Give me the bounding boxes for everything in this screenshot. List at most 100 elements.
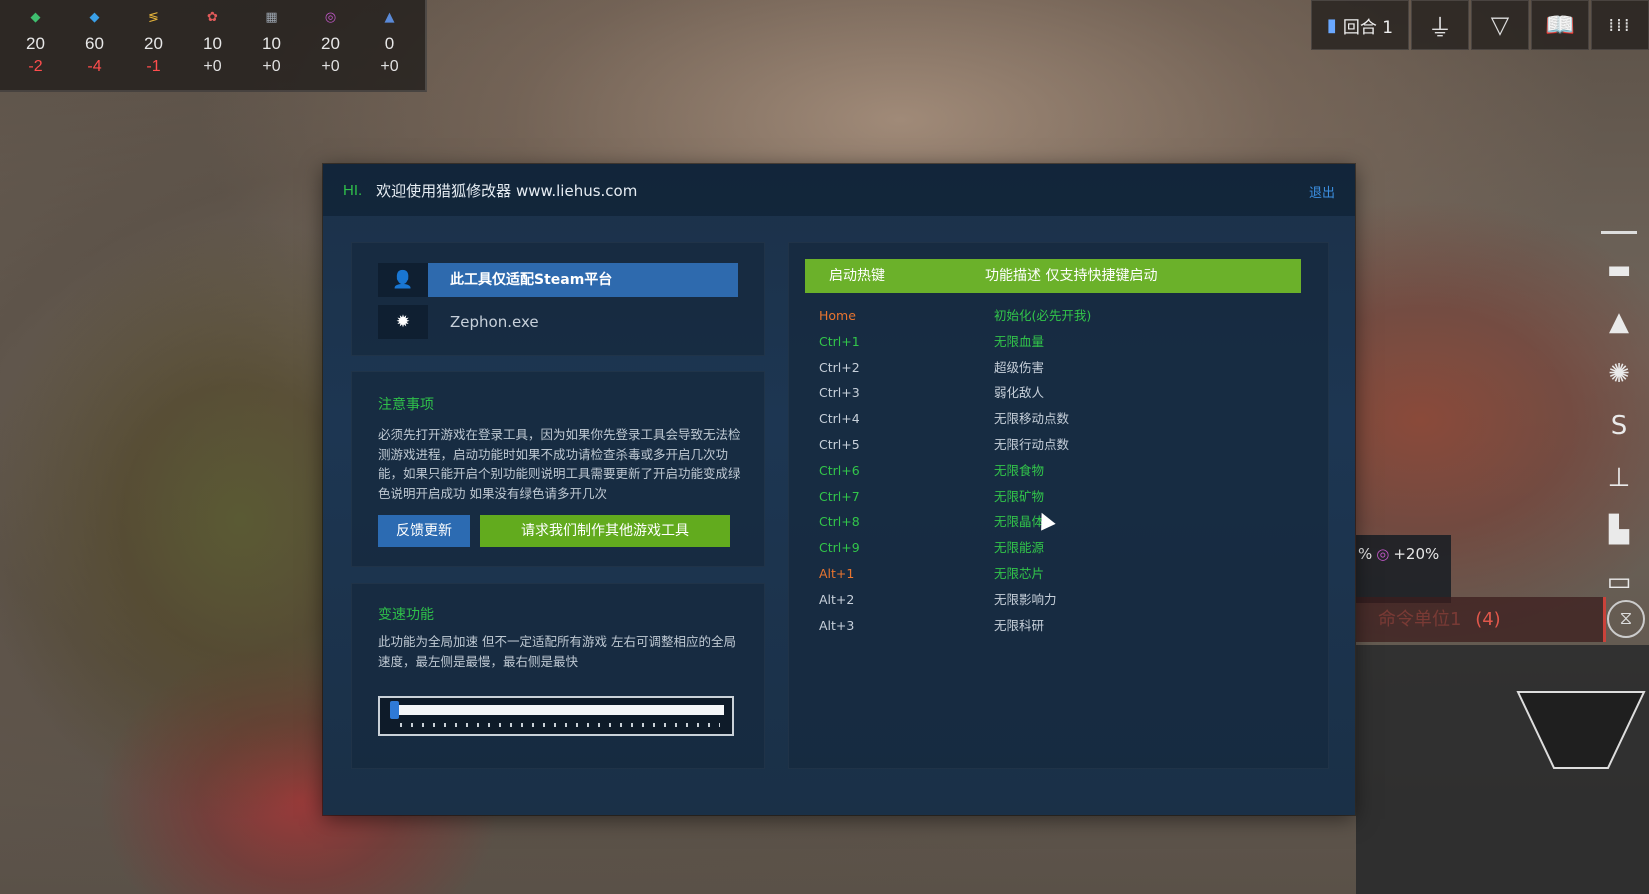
menu-button[interactable]: ⁞⁞⁞ [1591,0,1649,50]
resource-value: 20 [144,34,163,53]
feedback-button[interactable]: 反馈更新 [378,515,470,547]
hotkey-desc: 初始化(必先开我) [994,308,1092,323]
beacon-button[interactable]: ⏚ [1411,0,1469,50]
science-flask-icon: ▲ [384,10,395,25]
hotkey-desc: 无限矿物 [994,488,1045,504]
influence-bonus: +20% [1393,545,1440,563]
gate-icon[interactable]: ▭ [1599,562,1639,602]
speed-body: 此功能为全局加速 但不一定适配所有游戏 左右可调整相应的全局速度，最左侧是最慢，… [378,634,736,669]
turn-indicator[interactable]: ▮ 回合 1 [1311,0,1409,50]
energy-bolt-icon: ≶ [148,10,159,25]
influence-icon: ◎ [324,10,337,25]
faction-button[interactable]: ▽ [1471,0,1529,50]
building-icon[interactable]: ▙ [1599,510,1639,550]
resource-delta: +0 [262,58,281,75]
user-icon: 👤 [378,263,428,297]
notice-title: 注意事项 [378,397,434,413]
resource-bar: ◆ 20 -2 ◆ 60 -4 ≶ 20 -1 ✿ 10 +0 ▦ 10 +0 ◎ 20 +0 ▲ 0 +0 [0,0,427,92]
speed-panel: 变速功能 此功能为全局加速 但不一定适配所有游戏 左右可调整相应的全局速度，最左… [351,583,765,769]
slider-ticks [400,723,720,727]
hotkey-panel: 启动热键 功能描述 仅支持快捷键启动 Home 初始化(必先开我) Ctrl+1 无限… [788,242,1329,769]
resource-item[interactable]: ✿ 10 +0 [183,0,242,90]
resource-value: 10 [203,34,222,53]
notice-body: 必须先打开游戏在登录工具，因为如果你先登录工具会导致无法检测游戏进程，启动功能时… [378,427,741,501]
city-icon[interactable]: ▬ [1599,250,1639,290]
resource-delta: -2 [28,58,43,75]
hotkey-desc: 无限移动点数 [994,411,1070,427]
resource-item[interactable]: ▦ 10 +0 [242,0,301,90]
resource-item[interactable]: ▲ 0 +0 [360,0,419,90]
hotkey-row: Ctrl+4 无限移动点数 [819,406,1279,432]
serpent-icon[interactable]: S [1599,406,1639,446]
hotkey-key: Ctrl+7 [819,488,860,504]
hotkey-desc: 无限食物 [994,462,1045,478]
influence-icon: ◎ [1376,545,1390,563]
hotkey-desc: 超级伤害 [994,359,1045,375]
resource-item[interactable]: ≶ 20 -1 [124,0,183,90]
resource-delta: +0 [380,58,399,75]
hotkey-key: Ctrl+5 [819,436,860,452]
hotkey-row: Ctrl+5 无限行动点数 [819,432,1279,458]
dialog-titlebar: HI. 欢迎使用猎狐修改器 www.liehus.com 退出 [323,164,1355,216]
hotkey-list: Home 初始化(必先开我) Ctrl+1 无限血量 Ctrl+2 超级伤害 Ctrl+3 弱… [819,303,1279,638]
hotkey-row: Ctrl+1 无限血量 [819,329,1279,355]
hotkey-key: Alt+3 [819,617,855,633]
partial-percent: % [1358,545,1373,563]
desc-col-title: 功能描述 仅支持快捷键启动 [985,268,1158,284]
creature-icon[interactable]: ✺ [1599,354,1639,394]
right-toolbar: ▬ ▲ ✺ S ⊥ ▙ ▭ [1589,225,1649,608]
influence-bonus-panel: % ◎ +20% [1356,535,1451,603]
hotkey-key: Ctrl+6 [819,462,860,478]
hotkey-desc: 无限芯片 [994,565,1045,581]
beacon-icon: ⏚ [1428,13,1452,42]
hotkey-desc: 无限能源 [994,540,1045,556]
resource-item[interactable]: ◎ 20 +0 [301,0,360,90]
request-tool-button[interactable]: 请求我们制作其他游戏工具 [480,515,730,547]
hotkey-key: Alt+2 [819,591,855,607]
codex-book-icon: 📖 [1545,11,1575,39]
exit-button[interactable]: 退出 [1309,182,1335,201]
speed-title: 变速功能 [378,607,434,623]
hotkey-key: Ctrl+3 [819,385,860,401]
resource-value: 60 [85,34,104,53]
platform-label: 此工具仅适配Steam平台 [428,263,738,297]
hotkey-key: Ctrl+2 [819,359,860,375]
hotkey-desc: 无限行动点数 [994,436,1070,452]
mountain-icon[interactable]: ▲ [1599,302,1639,342]
top-right-controls: ▮ 回合 1 ⏚ ▽ 📖 ⁞⁞⁞ [1311,0,1649,50]
command-count: (4) [1475,609,1501,630]
resource-value: 20 [26,34,45,53]
codex-button[interactable]: 📖 [1531,0,1589,50]
gear-icon: ✹ [378,305,428,339]
resource-value: 0 [384,34,395,53]
command-text: 命令单位1 [1378,609,1462,630]
hotkey-row: Alt+2 无限影响力 [819,587,1279,613]
hotkey-row: Home 初始化(必先开我) [819,303,1279,329]
minimap[interactable] [1516,690,1646,770]
hotkey-desc: 无限血量 [994,333,1045,349]
resource-value: 20 [321,34,340,53]
turn-label: 回合 1 [1342,17,1394,38]
hi-label: HI. [343,181,363,199]
hotkey-row: Ctrl+2 超级伤害 [819,355,1279,381]
slider-track [392,705,724,715]
divider [1601,231,1637,234]
end-turn-icon[interactable]: ⧖ [1607,600,1645,638]
command-unit-bar[interactable]: 命令单位1 (4) [1356,597,1606,642]
hotkey-row: Alt+3 无限科研 [819,613,1279,639]
faction-triangle-icon: ▽ [1490,11,1510,39]
banner-icon: ▮ [1326,14,1337,36]
resource-item[interactable]: ◆ 20 -2 [6,0,65,90]
speed-slider[interactable] [378,696,734,736]
resource-delta: -1 [146,58,161,75]
hotkey-desc: 无限科研 [994,617,1045,633]
trainer-dialog: HI. 欢迎使用猎狐修改器 www.liehus.com 退出 👤 此工具仅适配… [323,164,1355,815]
grid-menu-icon: ⁞⁞⁞ [1608,14,1632,36]
hotkey-row: Ctrl+7 无限矿物 [819,484,1279,510]
slider-thumb[interactable] [390,701,399,719]
resource-item[interactable]: ◆ 60 -4 [65,0,124,90]
dialog-title: 欢迎使用猎狐修改器 www.liehus.com [376,181,638,200]
tower-icon[interactable]: ⊥ [1599,458,1639,498]
hotkey-desc: 无限影响力 [994,591,1057,607]
process-name: Zephon.exe [450,313,539,331]
